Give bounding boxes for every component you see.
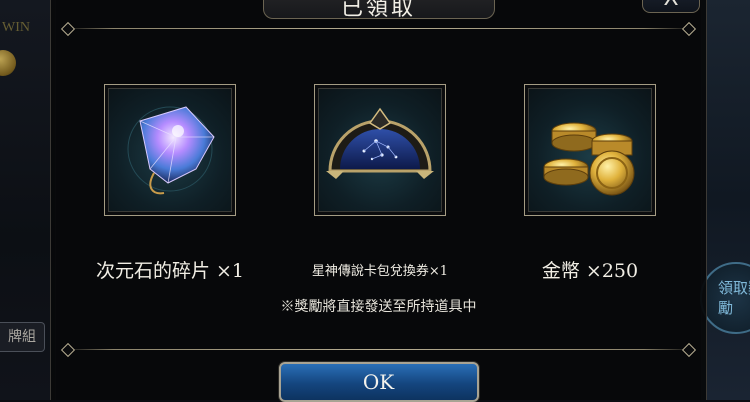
reward-name: 星神傳說卡包兌換券×1 [311,264,449,279]
ok-label: OK [362,370,395,394]
gold-coins-icon [543,122,635,196]
bottom-divider [60,342,697,358]
star-card-pack-ticket-icon [326,107,434,179]
reward-name: 次元石的碎片 ×1 [95,260,245,282]
ok-button[interactable]: OK [278,362,479,402]
close-icon: X [643,0,699,10]
crystal-shard-icon [127,106,215,195]
reward-frame [314,84,446,216]
reward-item: 金幣 ×250 [490,84,690,283]
reward-item: 次元石的碎片 ×1 [70,84,270,283]
reward-claimed-modal: 已領取 X [50,0,707,402]
claim-reward-button[interactable]: 領取獎勵 [700,262,750,334]
close-button[interactable]: X [642,0,700,13]
delivery-note: ※獎勵將直接發送至所持道具中 [280,299,477,315]
reward-name: 金幣 ×250 [541,260,639,282]
coin-icon [0,50,16,76]
modal-title-plate: 已領取 [262,0,495,21]
claim-reward-label: 領取獎勵 [718,279,750,317]
reward-item: 星神傳說卡包兌換券×1 [280,84,480,279]
right-panel: 領取獎勵 [700,0,750,400]
left-panel: WIN 牌組 [0,0,56,400]
reward-frame [104,84,236,216]
reward-frame [524,84,656,216]
modal-title: 已領取 [340,0,416,21]
deck-button[interactable]: 牌組 [0,322,45,352]
win-label: WIN [2,20,30,35]
top-divider [60,21,697,37]
